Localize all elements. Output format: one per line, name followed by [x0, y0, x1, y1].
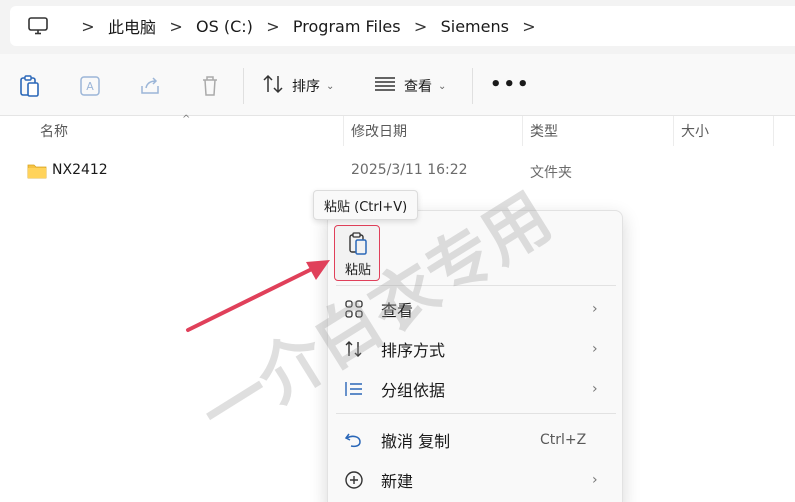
grid-icon: [344, 299, 364, 319]
chevron-right-icon[interactable]: >: [156, 17, 196, 36]
menu-item-new[interactable]: 新建 ›: [332, 461, 620, 499]
toolbar-divider: [243, 68, 244, 104]
column-header-type[interactable]: 类型: [530, 116, 558, 146]
column-divider[interactable]: [673, 116, 674, 146]
sort-icon: [262, 74, 284, 98]
breadcrumb-item-this-pc[interactable]: 此电脑: [108, 14, 156, 38]
tooltip: 粘贴 (Ctrl+V): [313, 190, 419, 220]
new-icon: [344, 470, 364, 490]
menu-item-group-by[interactable]: 分组依据 ›: [332, 370, 620, 408]
rename-icon[interactable]: A: [78, 74, 102, 98]
svg-text:A: A: [86, 80, 94, 93]
menu-divider: [336, 413, 616, 414]
chevron-right-icon: ›: [592, 301, 598, 317]
sort-button[interactable]: 排序 ⌄: [262, 74, 334, 98]
menu-item-label: 排序方式: [381, 341, 446, 360]
share-icon[interactable]: [138, 74, 162, 98]
command-bar: A 排序 ⌄ 查看 ⌄ •••: [0, 54, 795, 116]
file-type: 文件夹: [530, 165, 572, 181]
computer-icon[interactable]: [28, 17, 48, 35]
column-divider[interactable]: [773, 116, 774, 146]
chevron-right-icon[interactable]: >: [509, 17, 549, 36]
column-header-name[interactable]: 名称: [40, 116, 68, 146]
chevron-down-icon: ⌄: [438, 80, 447, 92]
sort-icon: [344, 339, 364, 359]
address-bar-area: > 此电脑 > OS (C:) > Program Files > Siemen…: [0, 0, 795, 54]
chevron-right-icon: ›: [592, 341, 598, 357]
context-menu: 粘贴 查看 › 排序方式 › 分组依据 › 撤消 复制 Ctrl+Z 新建 ›: [327, 210, 623, 502]
chevron-right-icon: ›: [592, 472, 598, 488]
paste-icon: [348, 232, 368, 260]
column-header-size[interactable]: 大小: [681, 116, 709, 146]
column-header-modified[interactable]: 修改日期: [351, 116, 407, 146]
sort-caret-icon: ^: [182, 114, 191, 125]
group-icon: [344, 379, 364, 399]
chevron-right-icon[interactable]: >: [68, 17, 108, 36]
paste-button[interactable]: 粘贴: [334, 225, 380, 281]
menu-divider: [336, 285, 616, 286]
view-label: 查看: [404, 79, 432, 95]
column-divider[interactable]: [522, 116, 523, 146]
file-name[interactable]: NX2412: [52, 162, 108, 178]
breadcrumb-item-program-files[interactable]: Program Files: [293, 17, 401, 36]
address-bar[interactable]: > 此电脑 > OS (C:) > Program Files > Siemen…: [10, 6, 795, 46]
menu-item-shortcut: Ctrl+Z: [540, 432, 587, 448]
menu-item-label: 新建: [381, 472, 414, 491]
view-list-icon: [374, 74, 396, 98]
paste-label: 粘贴: [344, 263, 371, 278]
menu-item-label: 撤消 复制: [381, 432, 451, 451]
folder-icon: [27, 163, 47, 183]
undo-icon: [344, 430, 364, 450]
menu-item-label: 查看: [381, 301, 414, 320]
breadcrumb-item-drive[interactable]: OS (C:): [196, 17, 253, 36]
chevron-right-icon[interactable]: >: [401, 17, 441, 36]
file-modified: 2025/3/11 16:22: [351, 162, 468, 178]
column-divider[interactable]: [343, 116, 344, 146]
breadcrumb: > 此电脑 > OS (C:) > Program Files > Siemen…: [68, 6, 549, 46]
red-arrow-icon: [186, 260, 330, 332]
file-row[interactable]: NX2412 2025/3/11 16:22 文件夹: [0, 156, 795, 188]
menu-item-undo-copy[interactable]: 撤消 复制 Ctrl+Z: [332, 421, 620, 459]
menu-item-view[interactable]: 查看 ›: [332, 290, 620, 328]
trash-icon[interactable]: [198, 74, 222, 98]
menu-item-label: 分组依据: [381, 381, 446, 400]
breadcrumb-item-siemens[interactable]: Siemens: [441, 17, 509, 36]
toolbar-divider: [472, 68, 473, 104]
chevron-down-icon: ⌄: [326, 80, 335, 92]
more-options-button[interactable]: •••: [490, 74, 531, 95]
view-button[interactable]: 查看 ⌄: [374, 74, 446, 98]
menu-item-sort-by[interactable]: 排序方式 ›: [332, 330, 620, 368]
sort-label: 排序: [292, 79, 320, 95]
clipboard-icon[interactable]: [18, 74, 42, 98]
chevron-right-icon: ›: [592, 381, 598, 397]
chevron-right-icon[interactable]: >: [253, 17, 293, 36]
